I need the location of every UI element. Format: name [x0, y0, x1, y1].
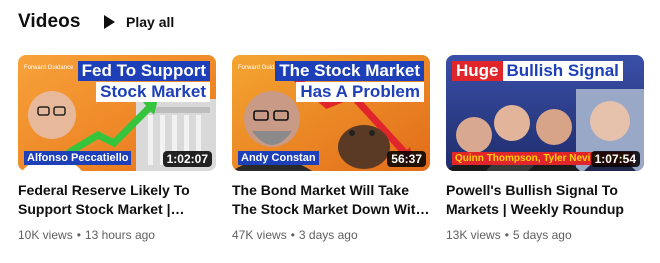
play-all-button[interactable]: Play all: [100, 10, 174, 34]
video-title-line2: The Stock Market Down Wit…: [232, 201, 430, 217]
video-title-line1: The Bond Market Will Take: [232, 182, 409, 198]
video-meta: 47K views • 3 days ago: [232, 228, 358, 242]
video-title-line2: Support Stock Market |…: [18, 201, 185, 217]
guest-name-tag: Alfonso Peccatiello: [24, 151, 132, 165]
video-card[interactable]: Huge Bullish Signal Quinn Thompson, Tyle…: [446, 55, 644, 242]
view-count: 47K views: [232, 228, 287, 242]
section-header: Videos: [18, 9, 81, 35]
duration-badge: 56:37: [387, 151, 426, 167]
play-icon: [104, 15, 115, 29]
video-thumbnail[interactable]: Forward Guidance Fed To Support Stock Ma…: [18, 55, 216, 171]
duration-badge: 1:02:07: [162, 151, 212, 167]
upload-age: 5 days ago: [512, 228, 572, 242]
video-meta: 13K views • 5 days ago: [446, 228, 572, 242]
view-count: 10K views: [18, 228, 73, 242]
video-title[interactable]: Powell's Bullish Signal To Markets | Wee…: [446, 181, 644, 219]
thumbnail-headline-line1: The Stock Market: [275, 61, 424, 81]
upload-age: 3 days ago: [298, 228, 358, 242]
svg-text:Forward Guidance: Forward Guidance: [24, 65, 74, 71]
view-count: 13K views: [446, 228, 501, 242]
video-card[interactable]: Forward Guidance The Stock Market Has A …: [232, 55, 430, 242]
video-title[interactable]: Federal Reserve Likely To Support Stock …: [18, 181, 216, 219]
video-card[interactable]: Forward Guidance Fed To Support Stock Ma…: [18, 55, 216, 242]
duration-badge: 1:07:54: [590, 151, 640, 167]
thumbnail-headline-word2: Bullish Signal: [502, 61, 623, 81]
thumbnail-headline: Huge Bullish Signal: [452, 61, 623, 81]
upload-age: 13 hours ago: [84, 228, 155, 242]
video-thumbnail[interactable]: Forward Guidance The Stock Market Has A …: [232, 55, 430, 171]
video-title-line1: Powell's Bullish Signal To: [446, 182, 618, 198]
thumbnail-headline-line2: Stock Market: [96, 82, 210, 102]
video-meta: 10K views • 13 hours ago: [18, 228, 155, 242]
thumbnail-headline-line2: Has A Problem: [296, 82, 424, 102]
video-title-line2: Markets | Weekly Roundup: [446, 201, 624, 217]
video-title[interactable]: The Bond Market Will Take The Stock Mark…: [232, 181, 430, 219]
play-all-label: Play all: [126, 14, 175, 30]
thumbnail-headline-word1: Huge: [452, 61, 503, 81]
video-grid: Forward Guidance Fed To Support Stock Ma…: [18, 55, 644, 242]
section-title: Videos: [18, 11, 81, 32]
thumbnail-headline-line1: Fed To Support: [77, 61, 210, 81]
video-thumbnail[interactable]: Huge Bullish Signal Quinn Thompson, Tyle…: [446, 55, 644, 171]
guest-name-tag: Andy Constan: [238, 151, 319, 165]
video-title-line1: Federal Reserve Likely To: [18, 182, 190, 198]
